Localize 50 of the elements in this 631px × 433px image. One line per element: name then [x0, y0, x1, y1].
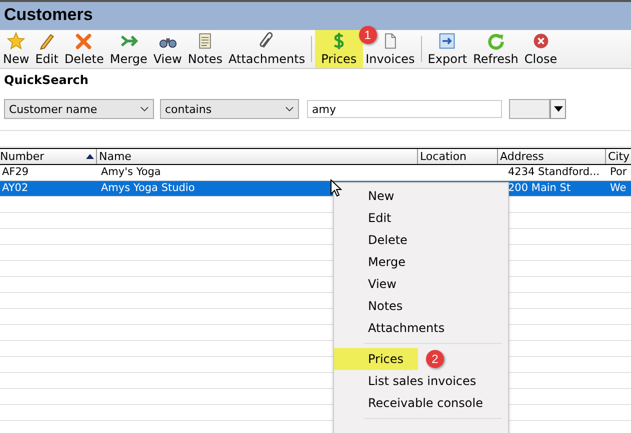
- menu-item[interactable]: Edit: [334, 207, 400, 229]
- table-cell: Amys Yoga Studio: [101, 182, 195, 194]
- menu-item[interactable]: Attachments: [334, 317, 453, 339]
- color-dropdown[interactable]: [509, 99, 566, 119]
- table-cell: AF29: [2, 166, 29, 178]
- close-icon: [532, 32, 550, 50]
- menu-item[interactable]: Merge: [334, 251, 414, 273]
- field-dropdown[interactable]: Customer name: [4, 99, 154, 119]
- table-cell: Amy's Yoga: [101, 166, 161, 178]
- table-cell: AY02: [2, 182, 28, 194]
- window-title: Customers: [4, 5, 93, 24]
- toolbar-button[interactable]: Prices: [315, 30, 363, 68]
- menu-item[interactable]: Receivable console: [334, 392, 491, 414]
- table-cell: Por: [610, 166, 627, 178]
- menu-item[interactable]: Prices: [334, 348, 418, 370]
- chevron-down-icon: [140, 106, 149, 112]
- table-cell: 200 Main St: [508, 182, 571, 194]
- column-header[interactable]: Name: [97, 149, 418, 164]
- refresh-icon: [486, 32, 505, 50]
- menu-item[interactable]: Delete: [334, 229, 416, 251]
- column-header[interactable]: Location: [418, 149, 498, 164]
- menu-item[interactable]: Notes: [334, 295, 411, 317]
- cross-icon: [75, 32, 94, 50]
- pencil-icon: [38, 32, 56, 50]
- section-title: QuickSearch: [4, 73, 90, 87]
- toolbar-button[interactable]: Attachments: [226, 30, 308, 68]
- toolbar-button[interactable]: Edit: [32, 30, 62, 68]
- table-cell: 4234 Standford...: [508, 166, 600, 178]
- search-field[interactable]: amy: [307, 100, 502, 118]
- menu-item[interactable]: View: [334, 273, 404, 295]
- toolbar-button[interactable]: Notes: [184, 30, 226, 68]
- toolbar-button[interactable]: New: [0, 30, 32, 68]
- chevron-down-icon: [285, 106, 294, 112]
- column-header[interactable]: Number: [0, 149, 97, 164]
- export-icon: [438, 32, 456, 50]
- step-badge: 2: [426, 350, 444, 368]
- menu-item[interactable]: List sales invoices: [334, 370, 484, 392]
- column-header[interactable]: Address: [498, 149, 606, 164]
- toolbar-button[interactable]: View: [150, 30, 185, 68]
- mouse-pointer-icon: [330, 179, 342, 197]
- star-icon: [7, 32, 26, 50]
- toolbar-button[interactable]: Merge: [106, 30, 150, 68]
- toolbar-button[interactable]: Delete: [61, 30, 107, 68]
- column-header[interactable]: City: [606, 149, 631, 164]
- toolbar-button[interactable]: Refresh: [470, 30, 522, 68]
- dropdown-arrow-icon: [554, 106, 562, 112]
- operator-dropdown[interactable]: contains: [160, 99, 299, 119]
- table-cell: We: [610, 182, 626, 194]
- toolbar-button[interactable]: Export: [424, 30, 470, 68]
- toolbar-button[interactable]: Close: [521, 30, 560, 68]
